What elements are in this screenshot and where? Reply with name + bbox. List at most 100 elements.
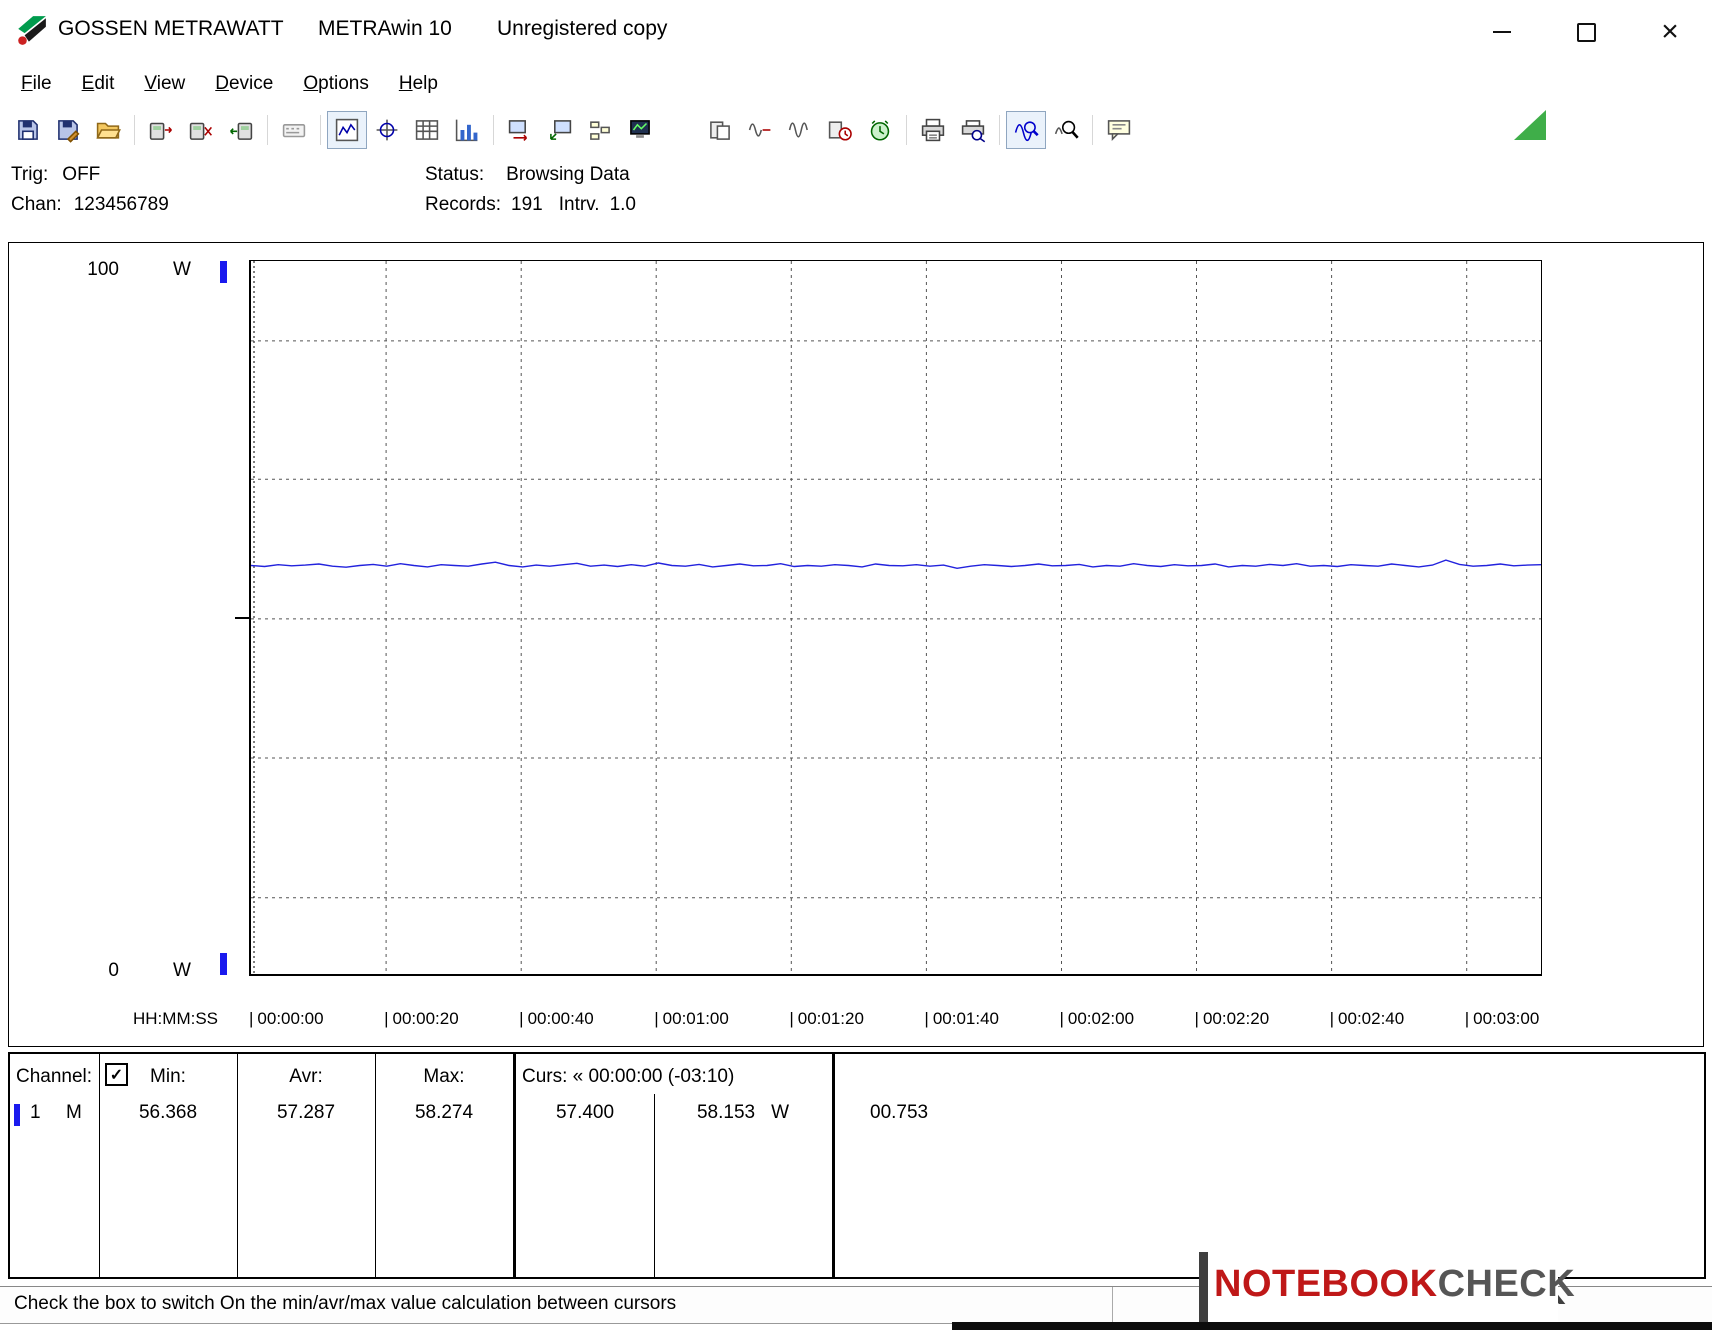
menu-device[interactable]: Device <box>200 68 288 100</box>
formula-button[interactable]: f(x) <box>660 111 700 149</box>
save-button[interactable] <box>8 111 48 149</box>
xy-chart-button[interactable] <box>367 111 407 149</box>
annotation-button[interactable] <box>1099 111 1139 149</box>
y-max-unit: W <box>173 259 191 281</box>
toolbar-separator <box>906 115 907 145</box>
menu-file[interactable]: File <box>6 68 67 100</box>
window-controls: × <box>1460 0 1712 64</box>
cursor-column-header: Curs: « 00:00:00 (-03:10) <box>522 1066 734 1088</box>
y-axis-mid-tick <box>235 617 250 619</box>
watermark-part2: CHECK <box>1438 1263 1576 1305</box>
toolbar-separator <box>134 115 135 145</box>
device-read-button[interactable] <box>221 111 261 149</box>
cursor-b-value: 58.153 W <box>654 1102 832 1124</box>
device-clock-icon <box>827 117 853 143</box>
transfer-config-button[interactable] <box>500 111 540 149</box>
records-label: Records: <box>425 194 501 215</box>
print-preview-button[interactable] <box>953 111 993 149</box>
menu-help[interactable]: Help <box>384 68 453 100</box>
alarm-clock-button[interactable] <box>860 111 900 149</box>
watermark-part1: NOTEBOOK <box>1214 1263 1438 1305</box>
toolbar-separator <box>493 115 494 145</box>
bar-chart-icon <box>454 117 480 143</box>
app-window: GOSSEN METRAWATT METRAwin 10 Unregistere… <box>0 0 1712 1330</box>
annotation-icon <box>1106 117 1132 143</box>
trig-label: Trig: <box>11 164 48 185</box>
max-column-header: Max: <box>375 1066 513 1088</box>
statusbar-divider <box>1112 1287 1113 1323</box>
bar-chart-button[interactable] <box>447 111 487 149</box>
sequence-button[interactable] <box>580 111 620 149</box>
trig-value: OFF <box>62 164 100 185</box>
menu-bar: FileEditViewDeviceOptionsHelp <box>0 64 1712 104</box>
watermark-text: NOTEBOOKCHECK <box>1214 1263 1575 1306</box>
export-device-button[interactable] <box>141 111 181 149</box>
status-hint: Check the box to switch On the min/avr/m… <box>14 1293 676 1315</box>
y-min-unit: W <box>173 960 191 982</box>
monitor-export-button[interactable] <box>620 111 660 149</box>
alarm-clock-icon <box>867 117 893 143</box>
device-upload-icon <box>547 117 573 143</box>
zoom-curve-icon <box>1013 117 1039 143</box>
cursor-b-unit: W <box>771 1102 789 1123</box>
y-min-label: 0 <box>67 960 119 982</box>
close-button[interactable]: × <box>1628 0 1712 64</box>
waveform-button[interactable] <box>780 111 820 149</box>
yt-chart-button[interactable] <box>327 111 367 149</box>
menu-view[interactable]: View <box>129 68 200 100</box>
channel-marker-bottom <box>220 953 227 975</box>
chart-plot-svg <box>251 261 1541 974</box>
chart-area: 100 W 0 W HH:MM:SS |00:00:00|00:00:20|00… <box>8 242 1704 1047</box>
x-tick-label: |00:01:00 <box>654 1009 729 1029</box>
channel-marker-top <box>220 261 227 283</box>
print-button[interactable] <box>913 111 953 149</box>
zoom-button[interactable] <box>1046 111 1086 149</box>
device-erase-button[interactable] <box>181 111 221 149</box>
save-as-icon <box>55 117 81 143</box>
waveform-icon <box>787 117 813 143</box>
export-device-icon <box>148 117 174 143</box>
close-icon: × <box>1661 17 1679 47</box>
x-tick-label: |00:02:00 <box>1059 1009 1134 1029</box>
print-preview-icon <box>960 117 986 143</box>
device-read-icon <box>228 117 254 143</box>
keyboard-button[interactable] <box>274 111 314 149</box>
maximize-button[interactable] <box>1544 0 1628 64</box>
chart-plot[interactable] <box>249 260 1542 976</box>
print-icon <box>920 117 946 143</box>
save-as-button[interactable] <box>48 111 88 149</box>
zoom-icon <box>1053 117 1079 143</box>
device-clock-button[interactable] <box>820 111 860 149</box>
y-max-label: 100 <box>67 259 119 281</box>
toolbar-separator <box>320 115 321 145</box>
x-tick-label: |00:00:00 <box>249 1009 324 1029</box>
waveform-split-button[interactable] <box>740 111 780 149</box>
min-value: 56.368 <box>99 1102 237 1124</box>
device-copy-icon <box>707 117 733 143</box>
save-icon <box>15 117 41 143</box>
max-value: 58.274 <box>375 1102 513 1124</box>
zoom-curve-button[interactable] <box>1006 111 1046 149</box>
device-upload-button[interactable] <box>540 111 580 149</box>
cursor-a-value: 57.400 <box>516 1102 654 1124</box>
minimize-icon <box>1493 31 1511 33</box>
open-icon <box>95 117 121 143</box>
cursor-delta-value: 00.753 <box>870 1102 928 1124</box>
chan-value: 123456789 <box>74 194 169 215</box>
cursor-b-number: 58.153 <box>697 1102 755 1123</box>
monitor-export-icon <box>627 117 653 143</box>
open-button[interactable] <box>88 111 128 149</box>
channel-mode: M <box>66 1102 82 1124</box>
status-value: Browsing Data <box>506 164 630 185</box>
device-copy-button[interactable] <box>700 111 740 149</box>
license-status: Unregistered copy <box>497 17 667 41</box>
x-tick-label: |00:01:20 <box>789 1009 864 1029</box>
menu-options[interactable]: Options <box>288 68 383 100</box>
table-view-button[interactable] <box>407 111 447 149</box>
brand-name: GOSSEN METRAWATT <box>58 17 284 41</box>
x-tick-label: |00:02:20 <box>1195 1009 1270 1029</box>
app-title: METRAwin 10 <box>318 17 452 41</box>
minimize-button[interactable] <box>1460 0 1544 64</box>
menu-edit[interactable]: Edit <box>67 68 130 100</box>
interval-label: Intrv. <box>559 194 600 215</box>
